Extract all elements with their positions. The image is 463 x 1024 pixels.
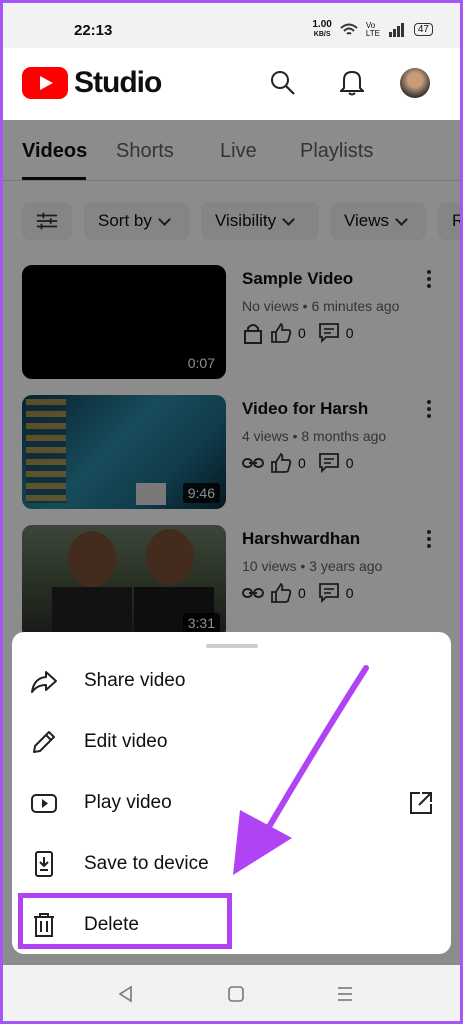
recents-icon[interactable] <box>335 984 355 1004</box>
home-icon[interactable] <box>226 984 246 1004</box>
annotation-arrow <box>233 665 369 875</box>
back-icon[interactable] <box>116 984 136 1004</box>
